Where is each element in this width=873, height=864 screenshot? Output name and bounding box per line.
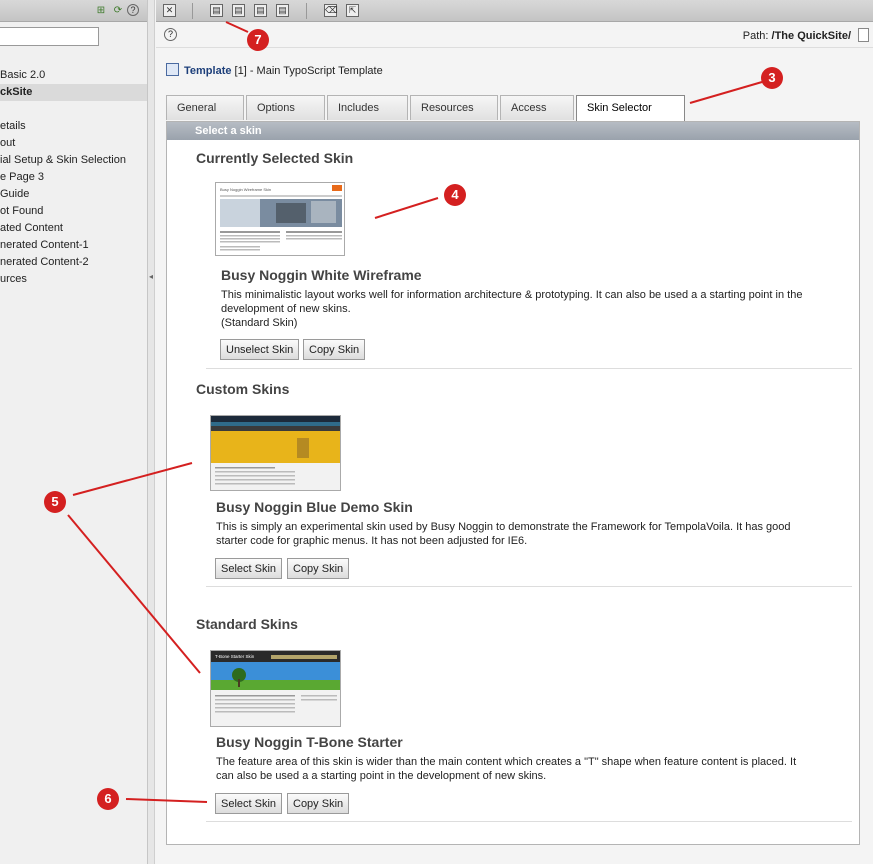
tree-item[interactable]: nerated Content-1: [0, 237, 147, 254]
tab-resources[interactable]: Resources: [410, 95, 498, 120]
annotation-badge-6: 6: [97, 788, 119, 810]
skin-desc-standard-1: The feature area of this skin is wider t…: [216, 756, 797, 768]
tree-filter-input[interactable]: [0, 27, 99, 46]
section-title-standard: Standard Skins: [196, 616, 298, 632]
tab-includes[interactable]: Includes: [327, 95, 408, 120]
section-divider: [206, 586, 852, 587]
skin-selector-panel: Select a skin Currently Selected Skin Bu…: [166, 121, 860, 845]
tree-item[interactable]: etails: [0, 118, 147, 135]
new-page-icon[interactable]: ⊞: [94, 4, 108, 18]
copy-skin-button-custom[interactable]: Copy Skin: [287, 558, 350, 579]
tab-skin-selector[interactable]: Skin Selector: [576, 95, 685, 121]
tree-item[interactable]: Basic 2.0: [0, 67, 147, 84]
section-divider: [206, 821, 852, 822]
help-icon[interactable]: ?: [127, 4, 139, 16]
save-close-icon[interactable]: ▤: [254, 4, 267, 17]
path-label: Path: /The QuickSite/: [742, 30, 851, 42]
thumbnail-tbone-image: T-Bone Starter Skin: [211, 651, 340, 726]
thumbnail-blue-demo-image: [211, 416, 340, 490]
toolbar-separator: [306, 3, 307, 19]
toolbar-separator: [192, 3, 193, 19]
annotation-badge-5: 5: [44, 491, 66, 513]
tab-access[interactable]: Access: [500, 95, 574, 120]
skin-desc-current-1: This minimalistic layout works well for …: [221, 289, 803, 301]
panel-header: Select a skin: [167, 122, 859, 140]
skin-thumbnail-standard: T-Bone Starter Skin: [210, 650, 341, 727]
delete-icon[interactable]: ⌫: [324, 4, 338, 17]
tree-item[interactable]: urces: [0, 271, 147, 288]
refresh-icon[interactable]: ⟳: [111, 4, 125, 18]
thumb-title: T-Bone Starter Skin: [215, 654, 255, 659]
skin-desc-standard-2: can also be used a a starting point in t…: [216, 770, 547, 782]
skin-desc-custom-1: This is simply an experimental skin used…: [216, 521, 791, 533]
section-title-current: Currently Selected Skin: [196, 150, 354, 166]
save-new-icon[interactable]: ▤: [276, 4, 289, 17]
skin-name-current: Busy Noggin White Wireframe: [221, 267, 422, 283]
tab-options[interactable]: Options: [246, 95, 325, 120]
section-divider: [206, 368, 852, 369]
page-tree-pane: ⊞ ⟳ ? Basic 2.0 ckSite etails out ial Setup …: [0, 0, 148, 864]
save-icon[interactable]: ▤: [210, 4, 223, 17]
skin-desc-current-3: (Standard Skin): [221, 317, 298, 329]
close-icon[interactable]: ✕: [163, 4, 176, 17]
select-skin-button-standard[interactable]: Select Skin: [215, 793, 283, 814]
page-tree: Basic 2.0 ckSite etails out ial Setup & Skin…: [0, 67, 147, 288]
shortcut-icon[interactable]: ⇱: [346, 4, 359, 17]
template-icon: [166, 63, 179, 76]
tree-item[interactable]: ckSite: [0, 84, 147, 101]
help-icon[interactable]: ?: [164, 28, 177, 41]
pane-divider[interactable]: [148, 0, 155, 864]
tree-item[interactable]: ated Content: [0, 220, 147, 237]
unselect-skin-button[interactable]: Unselect Skin: [220, 339, 300, 360]
skin-desc-custom-2: starter code for graphic menus. It has n…: [216, 535, 528, 547]
annotation-badge-4: 4: [444, 184, 466, 206]
page-icon: [858, 28, 869, 42]
thumbnail-wireframe-image: Busy Noggin Wireframe Skin: [216, 183, 344, 255]
copy-skin-button-current[interactable]: Copy Skin: [303, 339, 366, 360]
skin-name-custom: Busy Noggin Blue Demo Skin: [216, 499, 413, 515]
annotation-badge-7: 7: [247, 29, 269, 51]
select-skin-button-custom[interactable]: Select Skin: [215, 558, 283, 579]
tree-item[interactable]: e Page 3: [0, 169, 147, 186]
tree-item[interactable]: ial Setup & Skin Selection: [0, 152, 147, 169]
tree-item[interactable]: ot Found: [0, 203, 147, 220]
thumb-title: Busy Noggin Wireframe Skin: [220, 187, 271, 192]
tree-toolbar: ⊞ ⟳ ?: [0, 0, 147, 22]
section-title-custom: Custom Skins: [196, 381, 290, 397]
annotation-badge-3: 3: [761, 67, 783, 89]
copy-skin-button-standard[interactable]: Copy Skin: [287, 793, 350, 814]
tab-general[interactable]: General: [166, 95, 244, 120]
skin-thumbnail-custom: [210, 415, 341, 491]
page-title: Template [1] - Main TypoScript Template: [166, 63, 383, 77]
tree-item[interactable]: nerated Content-2: [0, 254, 147, 271]
tree-item[interactable]: [0, 101, 147, 118]
skin-desc-current-2: development of new skins.: [221, 303, 351, 315]
doc-toolbar: ✕ ▤ ▤ ▤ ▤ ⌫ ⇱: [156, 0, 873, 22]
content-pane: ✕ ▤ ▤ ▤ ▤ ⌫ ⇱ ? Path: /The QuickSite/ Te…: [156, 0, 873, 864]
save-view-icon[interactable]: ▤: [232, 4, 245, 17]
tree-item[interactable]: Guide: [0, 186, 147, 203]
tree-item[interactable]: out: [0, 135, 147, 152]
collapse-arrow-icon[interactable]: ◂: [149, 272, 153, 281]
skin-name-standard: Busy Noggin T-Bone Starter: [216, 734, 403, 750]
skin-thumbnail-current: Busy Noggin Wireframe Skin: [215, 182, 345, 256]
